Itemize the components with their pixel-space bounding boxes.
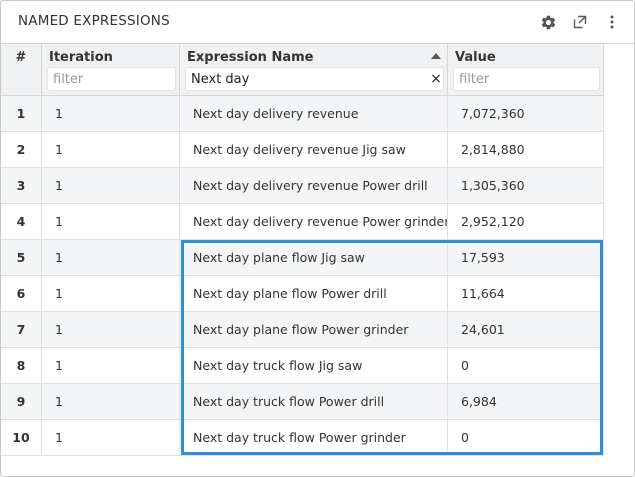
index-column-header: #: [1, 44, 42, 96]
table-row[interactable]: 6 1 Next day plane flow Power drill 11,6…: [1, 276, 604, 312]
popout-icon[interactable]: [570, 12, 590, 32]
value-cell: 0: [448, 348, 604, 383]
table-row[interactable]: 7 1 Next day plane flow Power grinder 24…: [1, 312, 604, 348]
table-row[interactable]: 1 1 Next day delivery revenue 7,072,360: [1, 96, 604, 132]
row-number: 1: [1, 96, 42, 131]
table-row[interactable]: 2 1 Next day delivery revenue Jig saw 2,…: [1, 132, 604, 168]
iteration-cell: 1: [42, 420, 180, 455]
value-column-label: Value: [455, 50, 496, 65]
iteration-cell: 1: [42, 384, 180, 419]
iteration-cell: 1: [42, 348, 180, 383]
row-number: 6: [1, 276, 42, 311]
row-number: 3: [1, 168, 42, 203]
expression-name-cell: Next day plane flow Power drill: [180, 276, 448, 311]
expression-name-cell: Next day truck flow Jig saw: [180, 348, 448, 383]
table-row[interactable]: 3 1 Next day delivery revenue Power dril…: [1, 168, 604, 204]
row-number: 5: [1, 240, 42, 275]
row-number: 10: [1, 420, 42, 455]
table-row[interactable]: 9 1 Next day truck flow Power drill 6,98…: [1, 384, 604, 420]
iteration-filter-input[interactable]: [47, 67, 176, 91]
expression-name-cell: Next day delivery revenue: [180, 96, 448, 131]
index-column-label: #: [15, 50, 27, 65]
expressions-grid: # Iteration Expression Name × Value 1 1 …: [1, 43, 634, 456]
clear-filter-icon[interactable]: ×: [429, 67, 443, 91]
iteration-cell: 1: [42, 240, 180, 275]
table-row[interactable]: 8 1 Next day truck flow Jig saw 0: [1, 348, 604, 384]
value-cell: 2,814,880: [448, 132, 604, 167]
expression-name-cell: Next day delivery revenue Power drill: [180, 168, 448, 203]
iteration-cell: 1: [42, 276, 180, 311]
expression-name-cell: Next day truck flow Power grinder: [180, 420, 448, 455]
named-expressions-panel: NAMED EXPRESSIONS # Iteration Expression…: [0, 0, 635, 477]
table-row[interactable]: 5 1 Next day plane flow Jig saw 17,593: [1, 240, 604, 276]
iteration-cell: 1: [42, 204, 180, 239]
iteration-column-header[interactable]: Iteration: [42, 44, 180, 96]
iteration-cell: 1: [42, 132, 180, 167]
value-filter-input[interactable]: [453, 67, 600, 91]
value-cell: 6,984: [448, 384, 604, 419]
expression-name-cell: Next day truck flow Power drill: [180, 384, 448, 419]
panel-header: NAMED EXPRESSIONS: [1, 1, 634, 43]
expression-filter-input[interactable]: [185, 67, 444, 91]
row-number: 2: [1, 132, 42, 167]
expression-name-cell: Next day delivery revenue Power grinder: [180, 204, 448, 239]
row-number: 7: [1, 312, 42, 347]
panel-title: NAMED EXPRESSIONS: [18, 13, 170, 29]
expression-name-cell: Next day delivery revenue Jig saw: [180, 132, 448, 167]
iteration-column-label: Iteration: [49, 50, 113, 65]
expression-column-label: Expression Name: [187, 50, 314, 65]
gear-icon[interactable]: [538, 12, 558, 32]
table-row[interactable]: 4 1 Next day delivery revenue Power grin…: [1, 204, 604, 240]
value-cell: 11,664: [448, 276, 604, 311]
iteration-cell: 1: [42, 312, 180, 347]
table-row[interactable]: 10 1 Next day truck flow Power grinder 0: [1, 420, 604, 456]
sort-ascending-icon[interactable]: [431, 53, 441, 59]
row-number: 9: [1, 384, 42, 419]
expression-column-header[interactable]: Expression Name ×: [180, 44, 448, 96]
value-cell: 17,593: [448, 240, 604, 275]
more-vertical-icon[interactable]: [602, 12, 622, 32]
value-column-header[interactable]: Value: [448, 44, 604, 96]
value-cell: 2,952,120: [448, 204, 604, 239]
expression-name-cell: Next day plane flow Power grinder: [180, 312, 448, 347]
row-number: 4: [1, 204, 42, 239]
value-cell: 7,072,360: [448, 96, 604, 131]
iteration-cell: 1: [42, 168, 180, 203]
iteration-cell: 1: [42, 96, 180, 131]
value-cell: 24,601: [448, 312, 604, 347]
value-cell: 0: [448, 420, 604, 455]
value-cell: 1,305,360: [448, 168, 604, 203]
expression-name-cell: Next day plane flow Jig saw: [180, 240, 448, 275]
row-number: 8: [1, 348, 42, 383]
